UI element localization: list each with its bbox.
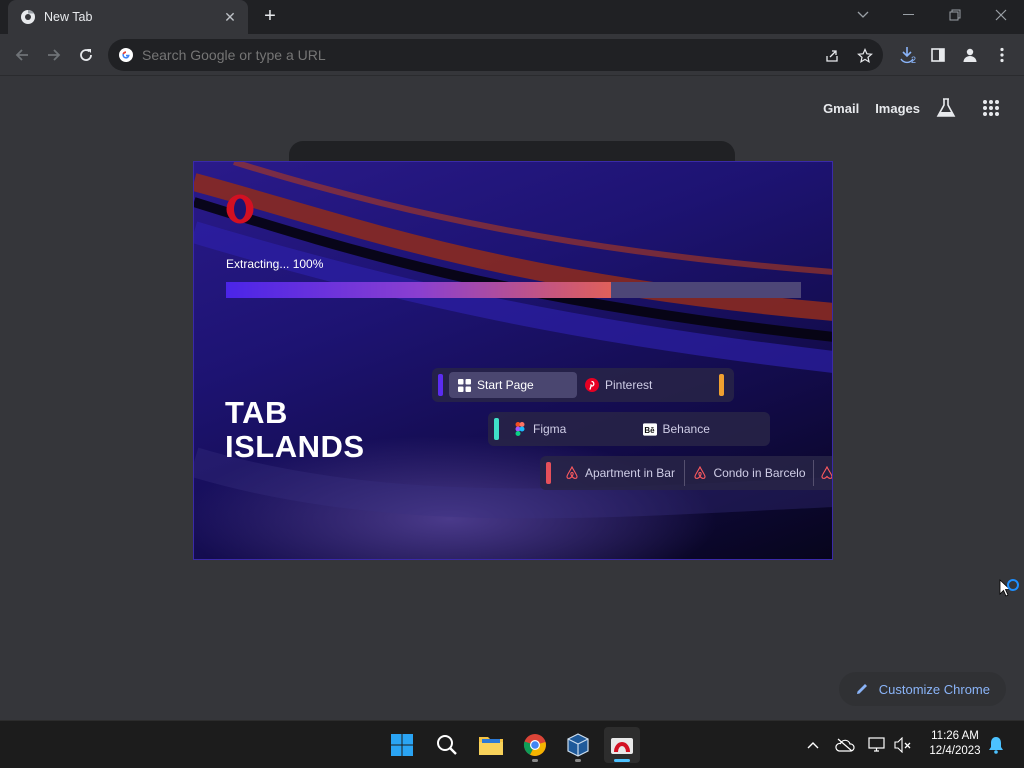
island-1-end-stripe [719,374,724,396]
folder-icon [479,737,503,755]
browser-toolbar: 2 [0,34,1024,76]
island-tab-label: Condo in Barcelo [713,466,806,480]
onedrive-offline-icon[interactable] [835,735,855,755]
side-panel-icon[interactable] [926,43,950,67]
pencil-icon [856,684,867,694]
island-2-stripe [494,418,499,440]
google-apps-icon[interactable] [982,99,1000,117]
headline-line-2: ISLANDS [225,429,365,464]
pinterest-icon [585,378,599,392]
tab-new-tab[interactable]: New Tab ✕ [8,0,248,34]
reload-icon[interactable] [74,43,98,67]
chrome-menu-icon[interactable] [990,43,1014,67]
download-count: 2 [911,55,917,65]
extracting-status: Extracting... 100% [226,257,324,271]
back-icon[interactable] [10,43,34,67]
system-clock[interactable]: 11:26 AM 12/4/2023 [920,729,990,759]
minimize-icon[interactable] [886,0,932,30]
island-tab-apartment: Apartment in Bar [557,460,686,486]
island-tab-behance: Bē Behance [635,416,765,442]
chrome-icon [523,734,546,756]
downloads-icon[interactable]: 2 [896,43,920,67]
customize-chrome-label: Customize Chrome [878,681,990,697]
profile-icon[interactable] [958,43,982,67]
forward-icon[interactable] [42,43,66,67]
island-tab-pinterest: Pinterest [577,372,707,398]
gmail-link[interactable]: Gmail [823,101,859,116]
tab-island-2: Figma Bē Behance [488,412,770,446]
tab-strip: New Tab ✕ + [0,0,1024,34]
airbnb-icon [693,466,707,480]
headline-line-1: TAB [225,395,288,430]
chrome-taskbar-button[interactable] [517,727,553,763]
labs-flask-icon[interactable] [936,97,956,119]
tab-island-1: Start Page Pinterest [432,368,734,402]
opera-logo-icon [226,194,254,224]
customize-chrome-button[interactable]: Customize Chrome [838,672,1006,706]
images-link[interactable]: Images [875,101,920,116]
restore-icon[interactable] [932,0,978,30]
island-tab-condo: Condo in Barcelo [685,460,814,486]
running-indicator [614,759,630,762]
island-1-stripe [438,374,443,396]
tab-island-3: Apartment in Bar Condo in Barcelo [540,456,832,490]
island-tab-label: Apartment in Bar [584,466,675,480]
start-button[interactable] [384,727,420,763]
taskbar-search-button[interactable] [429,727,465,763]
opera-installer-taskbar-button[interactable] [604,727,640,763]
new-tab-page: Gmail Images Extracting... 100% TAB ISLA… [0,77,1024,720]
new-tab-button[interactable]: + [258,6,282,28]
behance-icon: Bē [642,422,657,436]
tab-close-icon[interactable]: ✕ [222,9,238,26]
busy-cursor-icon [999,579,1023,608]
bookmark-star-icon[interactable] [855,46,875,66]
virtualbox-button[interactable] [560,727,596,763]
clock-time: 11:26 AM [931,730,979,742]
google-icon [119,48,133,62]
background-swooshes [194,162,832,519]
svg-text:Bē: Bē [644,425,655,434]
island-tab-label: Figma [532,422,567,436]
file-explorer-button[interactable] [473,727,509,763]
tab-islands-headline: TAB ISLANDS [225,396,365,464]
extract-progress-bar [226,282,801,298]
opera-installer-window: Extracting... 100% TAB ISLANDS Start Pag… [193,161,833,560]
running-indicator [575,759,581,762]
clock-date: 12/4/2023 [929,745,981,757]
grid-icon [457,378,471,392]
volume-muted-icon[interactable] [893,735,913,755]
window-close-icon[interactable] [978,0,1024,30]
show-hidden-icons-chevron-icon[interactable] [803,735,823,755]
windows-taskbar: 11:26 AM 12/4/2023 [0,720,1024,768]
omnibox-input[interactable] [142,47,802,63]
island-tab-figma: Figma [505,416,635,442]
island-tab-label: Behance [662,422,710,436]
share-icon[interactable] [822,46,842,66]
tab-search-chevron-icon[interactable] [840,0,886,30]
figma-icon [513,422,527,436]
chrome-icon [21,9,35,24]
running-indicator [532,759,538,762]
island-3-stripe [546,462,551,484]
ntp-top-links: Gmail Images [823,77,1024,139]
airbnb-icon [820,466,832,480]
windows-logo-icon [391,734,413,756]
notification-bell-icon[interactable] [986,735,1006,755]
island-tab-label: Start Page [477,378,534,392]
airbnb-icon [565,466,579,480]
search-icon [437,735,457,755]
island-tab-start-page: Start Page [449,372,577,398]
island-tab-label: Pinterest [605,378,653,392]
tab-title: New Tab [44,10,93,24]
network-icon[interactable] [867,735,887,755]
extract-progress-fill [226,282,612,298]
installer-icon [611,738,633,754]
omnibox[interactable] [108,39,883,71]
virtualbox-cube-icon [567,733,589,757]
